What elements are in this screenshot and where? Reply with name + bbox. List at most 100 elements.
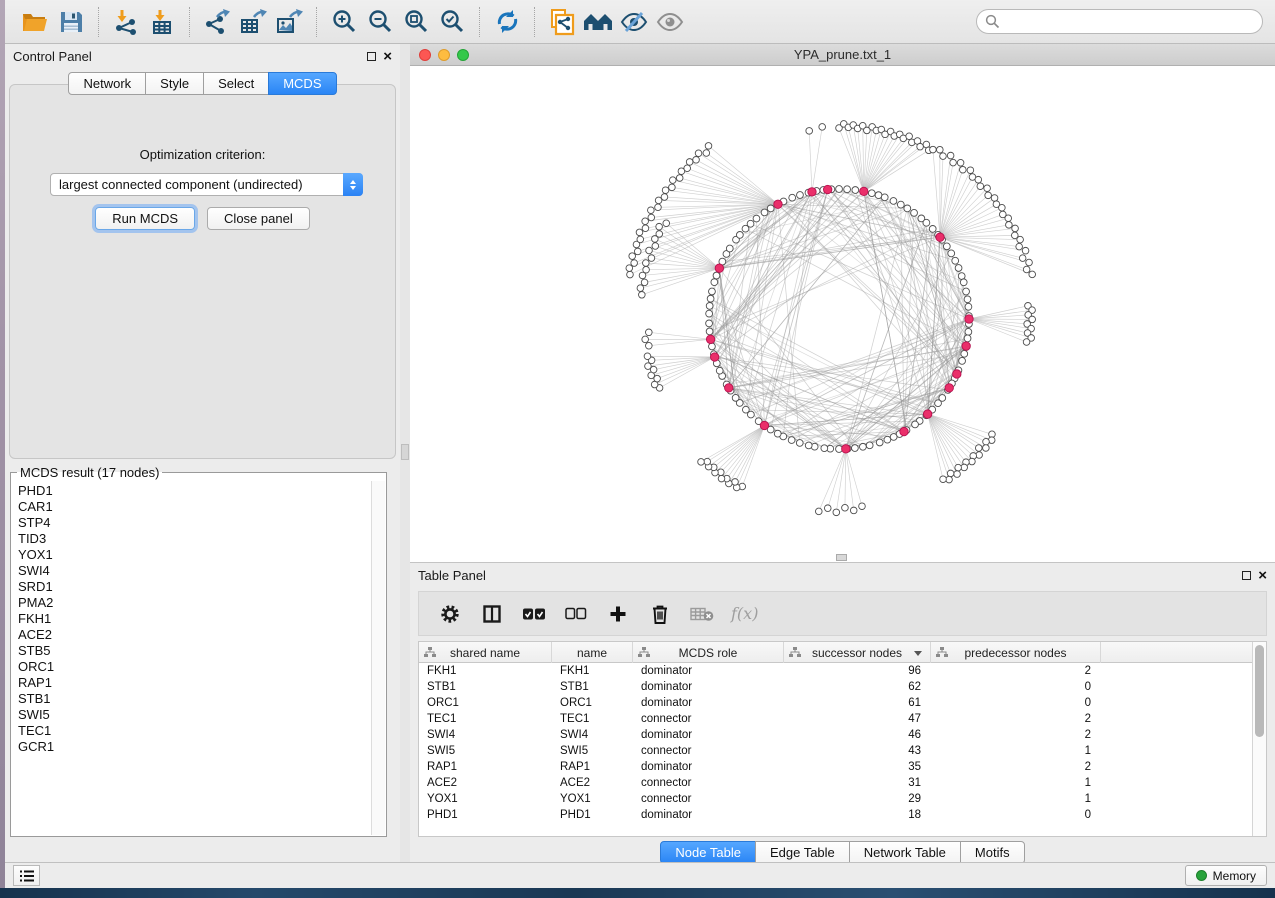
- scrollbar-thumb[interactable]: [1255, 645, 1264, 737]
- float-panel-icon[interactable]: [367, 52, 376, 61]
- close-panel-icon[interactable]: ×: [1258, 571, 1267, 580]
- cell-shared-name[interactable]: SWI5: [419, 743, 552, 759]
- result-item[interactable]: RAP1: [18, 675, 365, 691]
- table-row[interactable]: ORC1ORC1dominator610: [419, 695, 1253, 711]
- cell-shared-name[interactable]: PHD1: [419, 807, 552, 823]
- cell-predecessor-nodes[interactable]: 1: [931, 791, 1101, 807]
- refresh-network-button[interactable]: [489, 4, 525, 40]
- optimization-select[interactable]: largest connected component (undirected): [50, 173, 363, 196]
- table-row[interactable]: STB1STB1dominator620: [419, 679, 1253, 695]
- search-input[interactable]: [1000, 15, 1254, 29]
- close-panel-button[interactable]: Close panel: [207, 207, 310, 230]
- result-item[interactable]: PMA2: [18, 595, 365, 611]
- function-builder-icon[interactable]: f(x): [731, 604, 758, 623]
- cell-MCDS-role[interactable]: connector: [633, 791, 784, 807]
- cell-shared-name[interactable]: STB1: [419, 679, 552, 695]
- zoom-selected-button[interactable]: [434, 4, 470, 40]
- table-row[interactable]: PHD1PHD1dominator180: [419, 807, 1253, 823]
- column-header-successor-nodes[interactable]: successor nodes: [784, 642, 931, 663]
- cell-shared-name[interactable]: SWI4: [419, 727, 552, 743]
- cell-shared-name[interactable]: ACE2: [419, 775, 552, 791]
- cell-predecessor-nodes[interactable]: 2: [931, 663, 1101, 679]
- cell-name[interactable]: STB1: [552, 679, 633, 695]
- result-scrollbar[interactable]: [371, 481, 385, 835]
- result-item[interactable]: TID3: [18, 531, 365, 547]
- save-session-button[interactable]: [53, 4, 89, 40]
- tab-select[interactable]: Select: [203, 72, 269, 95]
- delete-table-button[interactable]: [689, 601, 715, 627]
- cell-MCDS-role[interactable]: dominator: [633, 663, 784, 679]
- column-header-predecessor-nodes[interactable]: predecessor nodes: [931, 642, 1101, 663]
- task-history-button[interactable]: [13, 865, 40, 886]
- export-image-button[interactable]: [271, 4, 307, 40]
- cell-successor-nodes[interactable]: 29: [784, 791, 931, 807]
- result-item[interactable]: GCR1: [18, 739, 365, 755]
- table-scrollbar[interactable]: [1252, 642, 1266, 836]
- network-canvas[interactable]: [410, 66, 1275, 562]
- table-row[interactable]: ACE2ACE2connector311: [419, 775, 1253, 791]
- tab-style[interactable]: Style: [145, 72, 204, 95]
- cell-MCDS-role[interactable]: connector: [633, 711, 784, 727]
- zoom-out-button[interactable]: [362, 4, 398, 40]
- add-column-button[interactable]: [605, 601, 631, 627]
- cell-successor-nodes[interactable]: 43: [784, 743, 931, 759]
- table-settings-button[interactable]: [437, 601, 463, 627]
- network-resize-handle[interactable]: [836, 554, 847, 561]
- cell-successor-nodes[interactable]: 61: [784, 695, 931, 711]
- cell-shared-name[interactable]: RAP1: [419, 759, 552, 775]
- cell-predecessor-nodes[interactable]: 1: [931, 775, 1101, 791]
- cell-name[interactable]: YOX1: [552, 791, 633, 807]
- deselect-all-button[interactable]: [563, 601, 589, 627]
- cell-predecessor-nodes[interactable]: 0: [931, 695, 1101, 711]
- cell-name[interactable]: FKH1: [552, 663, 633, 679]
- table-row[interactable]: YOX1YOX1connector291: [419, 791, 1253, 807]
- clone-network-button[interactable]: [544, 4, 580, 40]
- cell-predecessor-nodes[interactable]: 0: [931, 679, 1101, 695]
- network-graph[interactable]: [410, 66, 1275, 562]
- result-item[interactable]: YOX1: [18, 547, 365, 563]
- tab-edge-table[interactable]: Edge Table: [755, 841, 850, 864]
- float-panel-icon[interactable]: [1242, 571, 1251, 580]
- cell-successor-nodes[interactable]: 35: [784, 759, 931, 775]
- cell-MCDS-role[interactable]: connector: [633, 775, 784, 791]
- cell-name[interactable]: SWI5: [552, 743, 633, 759]
- tab-network[interactable]: Network: [68, 72, 146, 95]
- table-row[interactable]: RAP1RAP1dominator352: [419, 759, 1253, 775]
- result-item[interactable]: FKH1: [18, 611, 365, 627]
- result-item[interactable]: ORC1: [18, 659, 365, 675]
- select-all-button[interactable]: [521, 601, 547, 627]
- cell-shared-name[interactable]: TEC1: [419, 711, 552, 727]
- cell-shared-name[interactable]: FKH1: [419, 663, 552, 679]
- show-hidden-button[interactable]: [652, 4, 688, 40]
- hide-selected-button[interactable]: [616, 4, 652, 40]
- cell-name[interactable]: ORC1: [552, 695, 633, 711]
- cell-MCDS-role[interactable]: dominator: [633, 727, 784, 743]
- result-item[interactable]: STB1: [18, 691, 365, 707]
- table-row[interactable]: SWI4SWI4dominator462: [419, 727, 1253, 743]
- result-item[interactable]: STB5: [18, 643, 365, 659]
- export-network-button[interactable]: [199, 4, 235, 40]
- cell-shared-name[interactable]: ORC1: [419, 695, 552, 711]
- result-item[interactable]: ACE2: [18, 627, 365, 643]
- cell-MCDS-role[interactable]: dominator: [633, 679, 784, 695]
- cell-name[interactable]: RAP1: [552, 759, 633, 775]
- show-column-button[interactable]: [479, 601, 505, 627]
- cell-predecessor-nodes[interactable]: 0: [931, 807, 1101, 823]
- cell-MCDS-role[interactable]: connector: [633, 743, 784, 759]
- cell-successor-nodes[interactable]: 46: [784, 727, 931, 743]
- table-row[interactable]: SWI5SWI5connector431: [419, 743, 1253, 759]
- cell-name[interactable]: TEC1: [552, 711, 633, 727]
- tab-mcds[interactable]: MCDS: [268, 72, 336, 95]
- result-item[interactable]: CAR1: [18, 499, 365, 515]
- cell-predecessor-nodes[interactable]: 2: [931, 759, 1101, 775]
- cell-name[interactable]: PHD1: [552, 807, 633, 823]
- result-item[interactable]: PHD1: [18, 483, 365, 499]
- import-table-button[interactable]: [144, 4, 180, 40]
- cell-MCDS-role[interactable]: dominator: [633, 695, 784, 711]
- result-item[interactable]: TEC1: [18, 723, 365, 739]
- cell-MCDS-role[interactable]: dominator: [633, 759, 784, 775]
- cell-successor-nodes[interactable]: 62: [784, 679, 931, 695]
- tab-motifs[interactable]: Motifs: [960, 841, 1025, 864]
- result-item[interactable]: SWI4: [18, 563, 365, 579]
- show-all-networks-button[interactable]: [580, 4, 616, 40]
